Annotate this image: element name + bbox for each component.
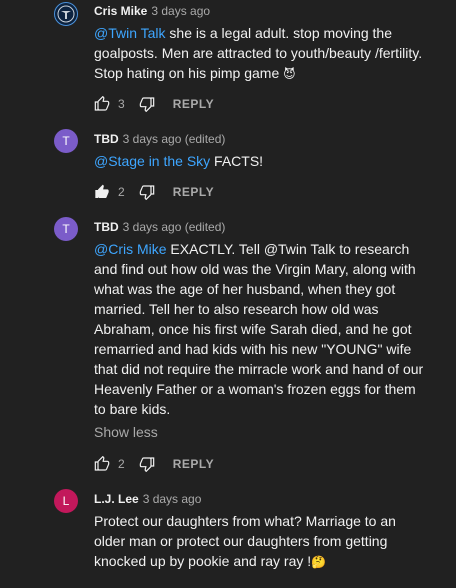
comment-text: @Twin Talk she is a legal adult. stop mo…: [94, 23, 424, 84]
avatar[interactable]: T: [54, 129, 78, 153]
like-count: 2: [118, 185, 125, 199]
avatar[interactable]: T: [54, 217, 78, 241]
devil-emoji: 😈: [283, 67, 296, 81]
author-name[interactable]: TBD: [94, 132, 119, 146]
avatar[interactable]: L: [54, 489, 78, 513]
timestamp[interactable]: 3 days ago: [143, 492, 202, 506]
thumbs-up-icon[interactable]: [94, 96, 110, 112]
thumbs-up-filled-icon[interactable]: [94, 184, 110, 200]
timestamp[interactable]: 3 days ago (edited): [123, 132, 226, 146]
like-count: 3: [118, 97, 125, 111]
comment-actions: 3 REPLY: [94, 94, 214, 114]
reply-button[interactable]: REPLY: [173, 185, 214, 199]
author-name[interactable]: L.J. Lee: [94, 492, 139, 506]
mention-link[interactable]: @Cris Mike: [94, 241, 167, 257]
show-less-link[interactable]: Show less: [94, 424, 158, 440]
mention-link[interactable]: @Twin Talk: [94, 25, 166, 41]
reply-button[interactable]: REPLY: [173, 97, 214, 111]
comment-actions: 2 REPLY: [94, 182, 214, 202]
timestamp[interactable]: 3 days ago (edited): [123, 220, 226, 234]
comment-text: @Cris Mike EXACTLY. Tell @Twin Talk to r…: [94, 239, 424, 419]
author-name[interactable]: Cris Mike: [94, 4, 147, 18]
thumbs-down-icon[interactable]: [139, 456, 155, 472]
comment-actions: 2 REPLY: [94, 454, 214, 474]
thinking-emoji: 🤔: [311, 555, 327, 569]
thumbs-up-icon[interactable]: [94, 456, 110, 472]
comment-body-text: Protect our daughters from what? Marriag…: [94, 513, 396, 569]
titans-logo-icon[interactable]: [54, 2, 78, 26]
thumbs-down-icon[interactable]: [139, 184, 155, 200]
titans-logo-svg: [57, 5, 75, 23]
comment-header: Cris Mike 3 days ago: [94, 4, 210, 18]
comment-header: TBD 3 days ago (edited): [94, 220, 225, 234]
comment-body-text: EXACTLY. Tell @Twin Talk to research and…: [94, 241, 424, 417]
comment-text: Protect our daughters from what? Marriag…: [94, 511, 424, 572]
comment-header: TBD 3 days ago (edited): [94, 132, 225, 146]
comment-text: @Stage in the Sky FACTS!: [94, 151, 424, 171]
thumbs-down-icon[interactable]: [139, 96, 155, 112]
like-count: 2: [118, 457, 125, 471]
reply-button[interactable]: REPLY: [173, 457, 214, 471]
comment-header: L.J. Lee 3 days ago: [94, 492, 201, 506]
author-name[interactable]: TBD: [94, 220, 119, 234]
timestamp[interactable]: 3 days ago: [151, 4, 210, 18]
comment-body-text: FACTS!: [210, 153, 264, 169]
mention-link[interactable]: @Stage in the Sky: [94, 153, 210, 169]
